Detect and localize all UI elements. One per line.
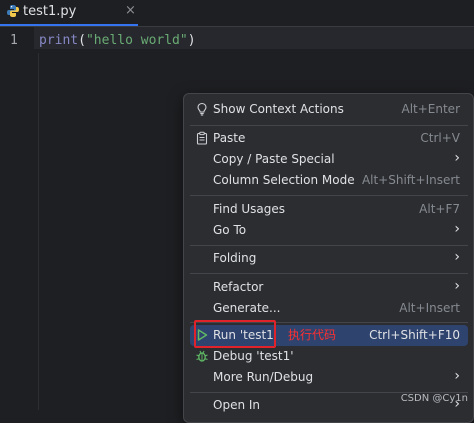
- menu-item-label: Generate...: [213, 301, 281, 315]
- chevron-right-icon: ›: [454, 368, 460, 384]
- menu-item-generate[interactable]: Generate... Alt+Insert: [190, 298, 468, 319]
- menu-item-shortcut: Alt+Enter: [401, 102, 460, 116]
- code-text: print("hello world"): [39, 33, 196, 48]
- chevron-right-icon: ›: [454, 221, 460, 237]
- menu-item-label: Go To: [213, 223, 247, 237]
- tab-filename: test1.py: [23, 4, 77, 19]
- lightbulb-icon: [197, 102, 207, 116]
- clipboard-icon: [196, 131, 208, 145]
- line-number-gutter: 1: [0, 27, 34, 410]
- menu-item-shortcut: Alt+F7: [419, 202, 460, 216]
- code-open-paren: (: [78, 33, 86, 48]
- indent-guide: [38, 53, 39, 410]
- menu-item-label: Paste: [213, 131, 246, 145]
- menu-item-label: Column Selection Mode: [213, 173, 355, 187]
- menu-item-label: Folding: [213, 251, 257, 265]
- menu-separator: [190, 273, 468, 274]
- menu-item-shortcut: Ctrl+Shift+F10: [369, 328, 460, 342]
- annotation-label: 执行代码: [288, 328, 337, 342]
- menu-separator: [190, 125, 468, 126]
- menu-item-label: More Run/Debug: [213, 370, 314, 384]
- current-line[interactable]: print("hello world"): [34, 27, 474, 49]
- menu-item-shortcut: Ctrl+V: [420, 131, 460, 145]
- menu-item-find-usages[interactable]: Find Usages Alt+F7: [190, 199, 468, 220]
- menu-item-debug-test1[interactable]: Debug 'test1': [190, 346, 468, 367]
- code-close-paren: ): [187, 33, 196, 48]
- menu-item-go-to[interactable]: Go To ›: [190, 220, 468, 241]
- menu-item-paste[interactable]: Paste Ctrl+V: [190, 128, 468, 149]
- debug-icon: [196, 350, 208, 362]
- menu-item-column-selection-mode[interactable]: Column Selection Mode Alt+Shift+Insert: [190, 170, 468, 191]
- chevron-right-icon: ›: [454, 278, 460, 294]
- editor-tab-bar: test1.py ×: [0, 0, 474, 27]
- chevron-right-icon: ›: [454, 249, 460, 265]
- menu-item-show-context-actions[interactable]: Show Context Actions Alt+Enter: [190, 99, 468, 120]
- menu-item-shortcut: Alt+Insert: [399, 301, 460, 315]
- tab-test1-py[interactable]: test1.py ×: [0, 0, 138, 26]
- annotation-highlight-box: [194, 320, 276, 348]
- menu-item-more-run-debug[interactable]: More Run/Debug ›: [190, 367, 468, 388]
- menu-separator: [190, 195, 468, 196]
- code-string-literal: "hello world": [85, 33, 188, 48]
- code-function-name: print: [39, 33, 79, 48]
- chevron-right-icon: ›: [454, 150, 460, 166]
- watermark: CSDN @Cy1n: [400, 393, 468, 404]
- close-icon[interactable]: ×: [125, 3, 136, 18]
- menu-item-shortcut: Alt+Shift+Insert: [361, 173, 460, 187]
- menu-item-label: Refactor: [213, 280, 264, 294]
- python-file-icon: [7, 5, 19, 17]
- menu-item-copy-paste-special[interactable]: Copy / Paste Special ›: [190, 149, 468, 170]
- menu-item-label: Copy / Paste Special: [213, 152, 335, 166]
- menu-item-folding[interactable]: Folding ›: [190, 248, 468, 269]
- menu-item-label: Find Usages: [213, 202, 286, 216]
- menu-separator: [190, 245, 468, 246]
- menu-item-refactor[interactable]: Refactor ›: [190, 277, 468, 298]
- menu-item-label: Show Context Actions: [213, 102, 344, 116]
- line-number: 1: [10, 33, 18, 48]
- menu-item-label: Debug 'test1': [213, 349, 294, 363]
- context-menu: Show Context Actions Alt+Enter Paste Ctr…: [183, 93, 474, 423]
- active-tab-indicator: [0, 24, 138, 26]
